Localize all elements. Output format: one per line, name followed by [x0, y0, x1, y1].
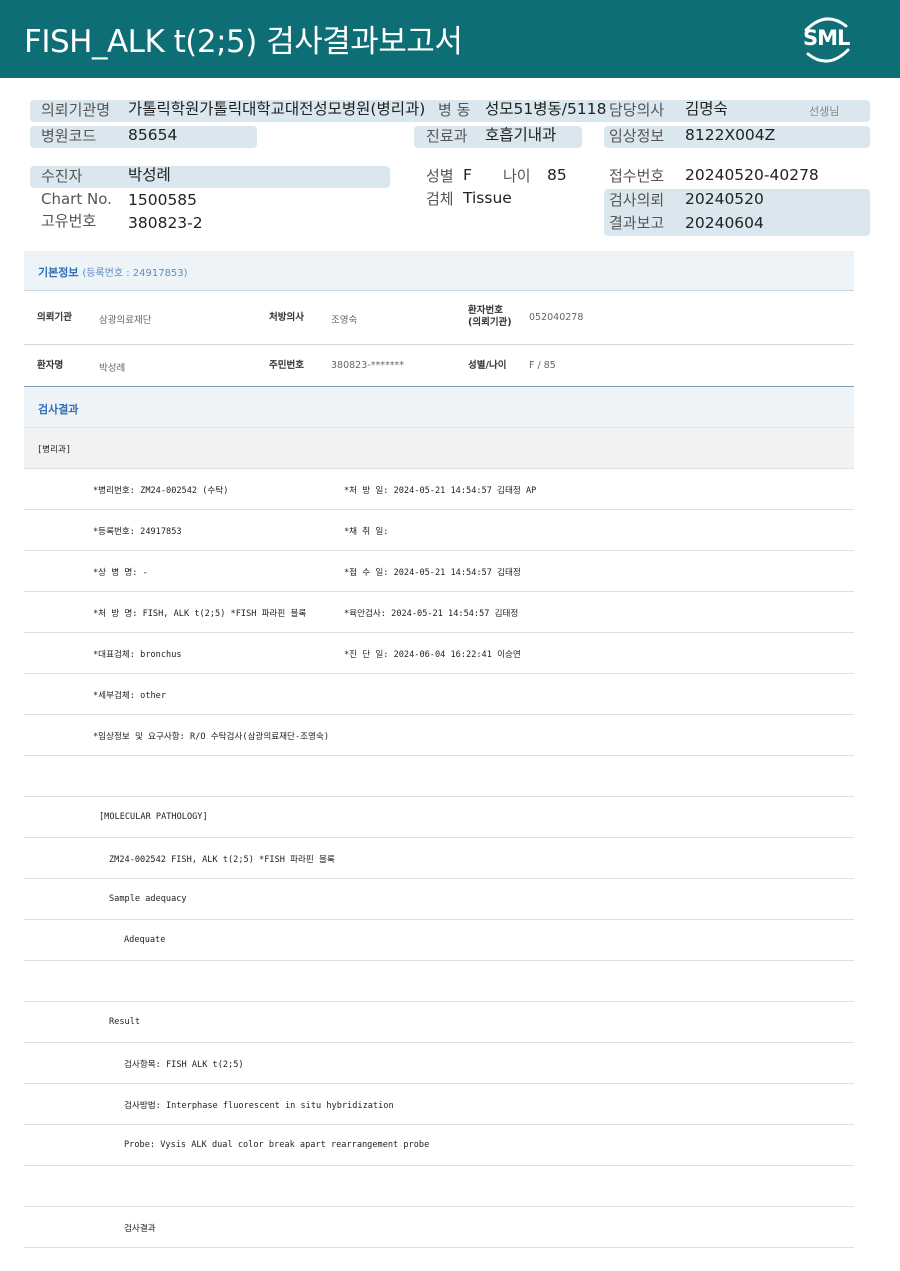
adequate-row: Adequate — [24, 920, 854, 961]
chart-no-label: Chart No. — [41, 190, 112, 208]
age-label: 나이 — [503, 167, 531, 185]
ward-value: 성모51병동/5118 — [485, 100, 607, 118]
patient-label: 수진자 — [41, 167, 83, 185]
result-line-right: *처 방 일: 2024-05-21 14:54:57 김태정 AP — [344, 486, 537, 496]
result-line-left: *상 병 명: - — [93, 568, 148, 578]
case-line-row: ZM24-002542 FISH, ALK t(2;5) *FISH 파라핀 블… — [24, 838, 854, 879]
probe: Probe: Vysis ALK dual color break apart … — [124, 1140, 430, 1150]
prescriber-label: 처방의사 — [269, 312, 304, 323]
probe-row: Probe: Vysis ALK dual color break apart … — [24, 1125, 854, 1166]
unique-no-label: 고유번호 — [41, 212, 97, 230]
result-line-right: *진 단 일: 2024-06-04 16:22:41 이승연 — [344, 650, 521, 660]
basic-info-header: 기본정보 (등록번호 : 24917853) — [24, 251, 854, 291]
test-item: 검사항목: FISH ALK t(2;5) — [124, 1060, 244, 1070]
unique-no-value: 380823-2 — [128, 214, 203, 232]
molecular-header: [MOLECULAR PATHOLOGY] — [99, 812, 208, 822]
result-blank-row — [24, 961, 854, 1002]
result-line-right: *육안검사: 2024-05-21 14:54:57 김태정 — [344, 609, 519, 619]
results-dept-row: [병리과] — [24, 428, 854, 469]
specimen-label: 검체 — [426, 190, 454, 208]
result-line-4: *처 방 명: FISH, ALK t(2;5) *FISH 파라핀 블록 *육… — [24, 592, 854, 633]
sex-value: F — [463, 166, 472, 184]
basic-info-reg-no: (등록번호 : 24917853) — [82, 268, 188, 279]
results-title: 검사결과 — [38, 403, 79, 416]
receipt-no-value: 20240520-40278 — [685, 166, 819, 184]
result-line-left: *등록번호: 24917853 — [93, 527, 182, 537]
sml-logo: SML — [796, 12, 856, 66]
report-title: FISH_ALK t(2;5) 검사결과보고서 — [24, 24, 463, 60]
name-label: 환자명 — [37, 360, 64, 371]
rrn-label: 주민번호 — [269, 360, 304, 371]
result-line-1: *병리번호: ZM24-002542 (수탁) *처 방 일: 2024-05-… — [24, 469, 854, 510]
report-label: 결과보고 — [609, 214, 665, 232]
institution-value: 가톨릭학원가톨릭대학교대전성모병원(병리과) — [128, 100, 426, 118]
basic-info-title: 기본정보 (등록번호 : 24917853) — [38, 266, 188, 279]
request-value: 20240520 — [685, 190, 764, 208]
test-result-row: 검사결과 — [24, 1207, 854, 1248]
basic-info-row-2: 환자명 박성례 주민번호 380823-******* 성별/나이 F / 85 — [24, 345, 854, 387]
result-line-2: *등록번호: 24917853 *채 취 일: — [24, 510, 854, 551]
result-line-7: *임상정보 및 요구사항: R/O 수탁검사(삼광의료재단-조영숙) — [24, 715, 854, 756]
sexage-label: 성별/나이 — [468, 360, 507, 371]
result-line-left: *세부검체: other — [93, 691, 167, 701]
inst-label: 의뢰기관 — [37, 312, 72, 323]
test-method: 검사방법: Interphase fluorescent in situ hyb… — [124, 1101, 394, 1111]
summary-bar-patient — [30, 166, 390, 188]
patient-no-value: 052040278 — [529, 312, 584, 323]
age-value: 85 — [547, 166, 567, 184]
result-blank-row — [24, 1166, 854, 1207]
result-line-right: *접 수 일: 2024-05-21 14:54:57 김태정 — [344, 568, 521, 578]
specimen-value: Tissue — [463, 189, 512, 207]
result-blank-row — [24, 756, 854, 797]
adequate-value: Adequate — [124, 935, 166, 945]
result-line-5: *대표검체: bronchus *진 단 일: 2024-06-04 16:22… — [24, 633, 854, 674]
hospital-code-label: 병원코드 — [41, 127, 97, 145]
patient-value: 박성례 — [128, 166, 171, 184]
result-label-row: Result — [24, 1002, 854, 1043]
inst-value: 삼광의료재단 — [99, 315, 152, 326]
sample-adequacy: Sample adequacy — [109, 894, 187, 904]
rrn-value: 380823-******* — [331, 360, 404, 371]
result-line-3: *상 병 명: - *접 수 일: 2024-05-21 14:54:57 김태… — [24, 551, 854, 592]
test-result: 검사결과 — [124, 1224, 156, 1234]
case-line: ZM24-002542 FISH, ALK t(2;5) *FISH 파라핀 블… — [109, 855, 335, 865]
result-line-right: *채 취 일: — [344, 527, 389, 537]
institution-label: 의뢰기관명 — [41, 101, 111, 119]
dept-tag: [병리과] — [37, 445, 72, 455]
test-item-row: 검사항목: FISH ALK t(2;5) — [24, 1043, 854, 1084]
receipt-no-label: 접수번호 — [609, 167, 665, 185]
sexage-value: F / 85 — [529, 360, 556, 371]
doctor-label: 담당의사 — [609, 101, 665, 119]
request-label: 검사의뢰 — [609, 191, 665, 209]
prescriber-value: 조영숙 — [331, 315, 358, 326]
sample-adequacy-row: Sample adequacy — [24, 879, 854, 920]
result-line-left: *처 방 명: FISH, ALK t(2;5) *FISH 파라핀 블록 — [93, 609, 307, 619]
patient-no-label: 환자번호 (의뢰기관) — [468, 305, 512, 328]
sex-label: 성별 — [426, 167, 454, 185]
name-value: 박성례 — [99, 363, 126, 374]
hospital-code-value: 85654 — [128, 126, 178, 144]
logo-text: SML — [803, 26, 850, 50]
test-method-row: 검사방법: Interphase fluorescent in situ hyb… — [24, 1084, 854, 1125]
result-line-left: *대표검체: bronchus — [93, 650, 182, 660]
clinical-value: 8122X004Z — [685, 126, 776, 144]
results-header: 검사결과 — [24, 387, 854, 428]
doctor-value: 김명숙 — [685, 100, 728, 118]
molecular-header-row: [MOLECULAR PATHOLOGY] — [24, 797, 854, 838]
dept-value: 호흡기내과 — [485, 126, 557, 144]
result-line-6: *세부검체: other — [24, 674, 854, 715]
dept-label: 진료과 — [426, 127, 468, 145]
chart-no-value: 1500585 — [128, 191, 198, 209]
result-line-left: *병리번호: ZM24-002542 (수탁) — [93, 486, 229, 496]
result-label: Result — [109, 1017, 141, 1027]
report-header: FISH_ALK t(2;5) 검사결과보고서 SML — [0, 0, 900, 78]
basic-info-row-1: 의뢰기관 삼광의료재단 처방의사 조영숙 환자번호 (의뢰기관) 0520402… — [24, 291, 854, 345]
report-value: 20240604 — [685, 214, 764, 232]
result-line-left: *임상정보 및 요구사항: R/O 수탁검사(삼광의료재단-조영숙) — [93, 732, 330, 742]
ward-label: 병 동 — [438, 101, 471, 119]
doctor-suffix: 선생님 — [809, 105, 840, 118]
clinical-label: 임상정보 — [609, 127, 665, 145]
